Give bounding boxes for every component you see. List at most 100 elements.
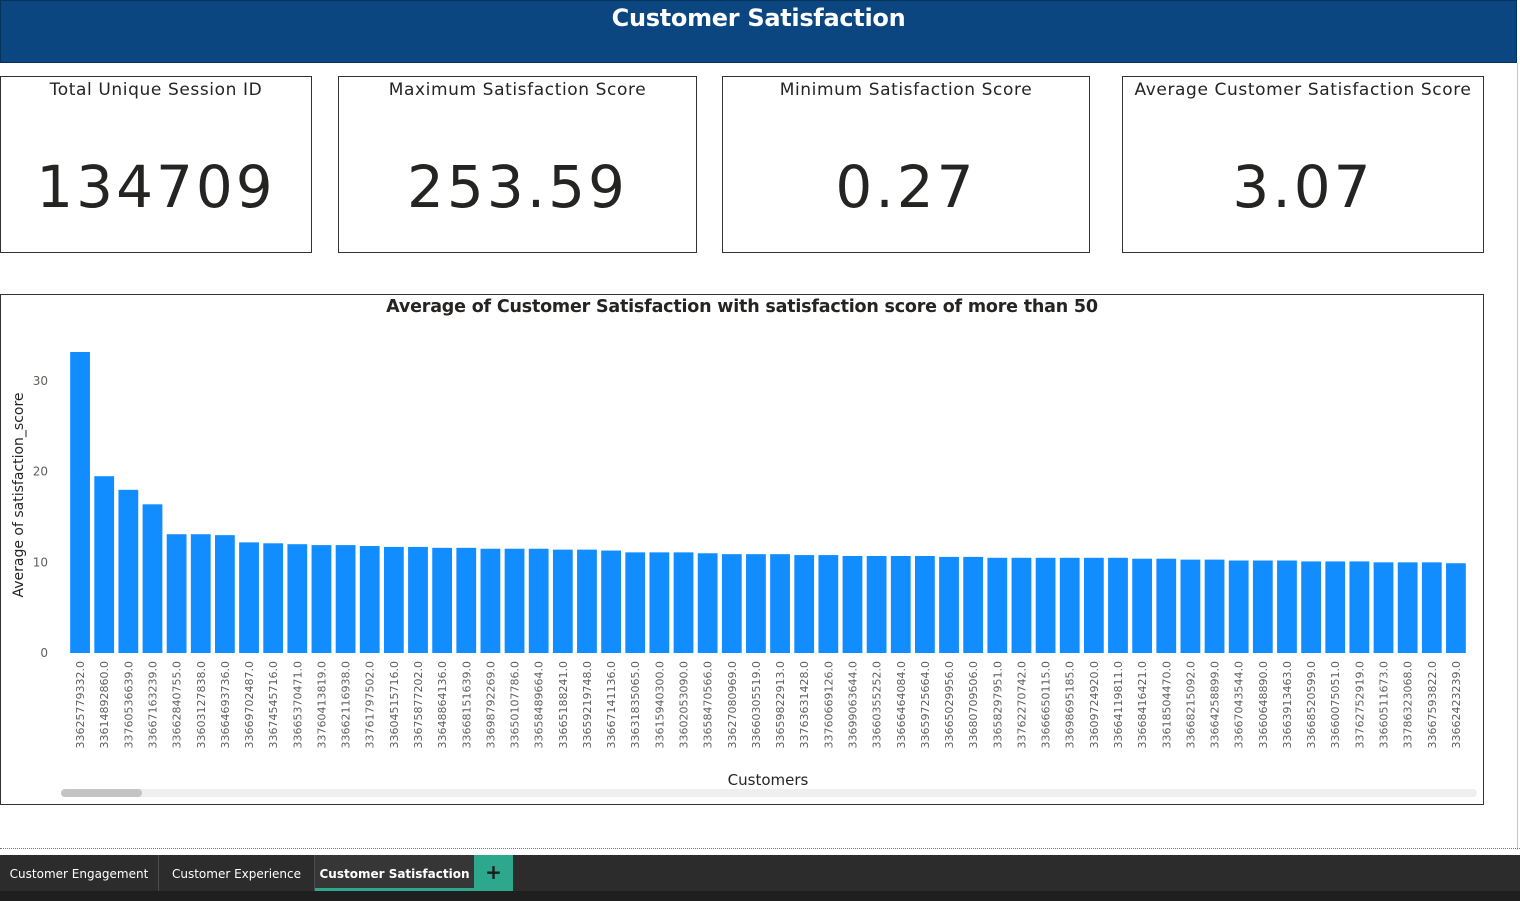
- x-tick-label: 33665370471.0: [291, 661, 304, 748]
- x-tick-label: 33699063644.0: [846, 661, 859, 748]
- x-axis-label: Customers: [728, 771, 809, 789]
- canvas-edge: [1517, 63, 1518, 850]
- x-tick-label: 33665188241.0: [557, 661, 570, 748]
- bar: [939, 556, 959, 653]
- x-tick-label: 33667043544.0: [1233, 661, 1246, 748]
- bar: [480, 548, 501, 653]
- page-tab-bar: Customer Engagement Customer Experience …: [0, 855, 1520, 901]
- bar: [1277, 560, 1297, 653]
- bar: [1156, 558, 1177, 653]
- bar: [625, 552, 646, 653]
- bar: [866, 555, 887, 653]
- bar: [746, 554, 766, 653]
- kpi-label: Maximum Satisfaction Score: [388, 80, 647, 100]
- bar: [1228, 560, 1249, 653]
- x-tick-label: 33662840755.0: [171, 661, 184, 748]
- y-tick-label: 0: [40, 646, 48, 660]
- kpi-label: Total Unique Session ID: [49, 80, 263, 100]
- bar: [1011, 557, 1032, 653]
- bar: [1035, 557, 1056, 653]
- bar: [890, 555, 911, 653]
- bar: [1421, 562, 1442, 653]
- x-tick-label: 33663913463.0: [1281, 661, 1294, 748]
- bar: [215, 535, 235, 653]
- bar: [142, 504, 163, 653]
- x-tick-label: 33650107786.0: [509, 661, 522, 748]
- bar: [528, 548, 549, 653]
- bar: [552, 549, 573, 653]
- page-title: Customer Satisfaction: [611, 4, 906, 32]
- bar: [770, 554, 790, 653]
- bar: [697, 553, 718, 653]
- bar: [915, 555, 935, 653]
- x-tick-label: 33648864136.0: [436, 661, 449, 748]
- bar: [1446, 563, 1466, 653]
- bar: [673, 552, 694, 653]
- bar: [1349, 561, 1370, 653]
- y-tick-label: 30: [33, 374, 48, 388]
- x-tick-label: 33762270742.0: [1015, 661, 1028, 748]
- bar: [287, 544, 308, 653]
- tab-customer-engagement[interactable]: Customer Engagement: [0, 855, 158, 891]
- kpi-card-max-score[interactable]: Maximum Satisfaction Score 253.59: [338, 76, 697, 253]
- x-tick-label: 33660648890.0: [1257, 661, 1270, 748]
- kpi-value: 253.59: [407, 153, 628, 221]
- bar: [987, 557, 1008, 653]
- bar: [1059, 557, 1080, 653]
- x-tick-label: 33659725664.0: [919, 661, 932, 748]
- kpi-label: Average Customer Satisfaction Score: [1134, 80, 1472, 100]
- x-tick-label: 33698792269.0: [484, 661, 497, 748]
- bar: [166, 534, 187, 653]
- bar: [335, 545, 356, 653]
- x-tick-label: 33604515716.0: [388, 661, 401, 748]
- bar: [1252, 560, 1273, 653]
- bar: [794, 555, 815, 653]
- x-tick-label: 33659219748.0: [581, 661, 594, 748]
- kpi-label: Minimum Satisfaction Score: [779, 80, 1033, 100]
- x-tick-label: 33631835065.0: [629, 661, 642, 748]
- scrollbar-track: [61, 789, 1477, 797]
- bar: [190, 534, 211, 653]
- x-tick-label: 33658489664.0: [533, 661, 546, 748]
- x-tick-label: 33786323068.0: [1402, 661, 1415, 748]
- x-tick-label: 33760413819.0: [315, 661, 328, 748]
- kpi-card-avg-score[interactable]: Average Customer Satisfaction Score 3.07: [1122, 76, 1484, 253]
- tab-customer-experience[interactable]: Customer Experience: [159, 855, 314, 891]
- status-strip: [0, 891, 1520, 901]
- x-tick-label: 33668151639.0: [460, 661, 473, 748]
- x-tick-label: 33698695185.0: [1064, 661, 1077, 748]
- bar: [359, 546, 380, 653]
- bar: [1373, 562, 1394, 653]
- scrollbar-thumb[interactable]: [61, 789, 142, 797]
- y-axis-label: Average of satisfaction_score: [11, 392, 27, 597]
- bar: [963, 556, 984, 653]
- bar: [1204, 559, 1225, 653]
- bar: [842, 555, 863, 653]
- x-tick-label: 33660511673.0: [1378, 661, 1391, 748]
- tab-customer-satisfaction[interactable]: Customer Satisfaction: [315, 855, 474, 891]
- bar: [432, 547, 453, 653]
- bar-chart-visual[interactable]: Average of Customer Satisfaction with sa…: [0, 294, 1484, 805]
- kpi-card-total-sessions[interactable]: Total Unique Session ID 134709: [0, 76, 312, 253]
- bar: [1083, 557, 1104, 653]
- x-tick-label: 33662423239.0: [1450, 661, 1463, 748]
- x-tick-label: 33664119811.0: [1112, 661, 1125, 748]
- x-tick-label: 33658297951.0: [991, 661, 1004, 748]
- add-page-button[interactable]: +: [474, 855, 513, 891]
- x-tick-label: 33615940300.0: [653, 661, 666, 748]
- bar: [1180, 559, 1201, 653]
- x-tick-label: 33660305519.0: [750, 661, 763, 748]
- bar: [94, 476, 115, 653]
- x-tick-label: 33664258899.0: [1209, 661, 1222, 748]
- bar: [504, 548, 525, 653]
- x-tick-label: 33668215092.0: [1184, 661, 1197, 748]
- bar: [118, 489, 139, 653]
- x-tick-label: 33662116938.0: [340, 661, 353, 748]
- kpi-card-min-score[interactable]: Minimum Satisfaction Score 0.27: [722, 76, 1090, 253]
- x-tick-label: 33614892860.0: [98, 661, 111, 748]
- x-tick-label: 33609724920.0: [1088, 661, 1101, 748]
- x-tick-label: 33760669126.0: [822, 661, 835, 748]
- x-tick-label: 33660075051.0: [1329, 661, 1342, 748]
- x-tick-label: 33668416421.0: [1136, 661, 1149, 748]
- x-tick-label: 33664693736.0: [219, 661, 232, 748]
